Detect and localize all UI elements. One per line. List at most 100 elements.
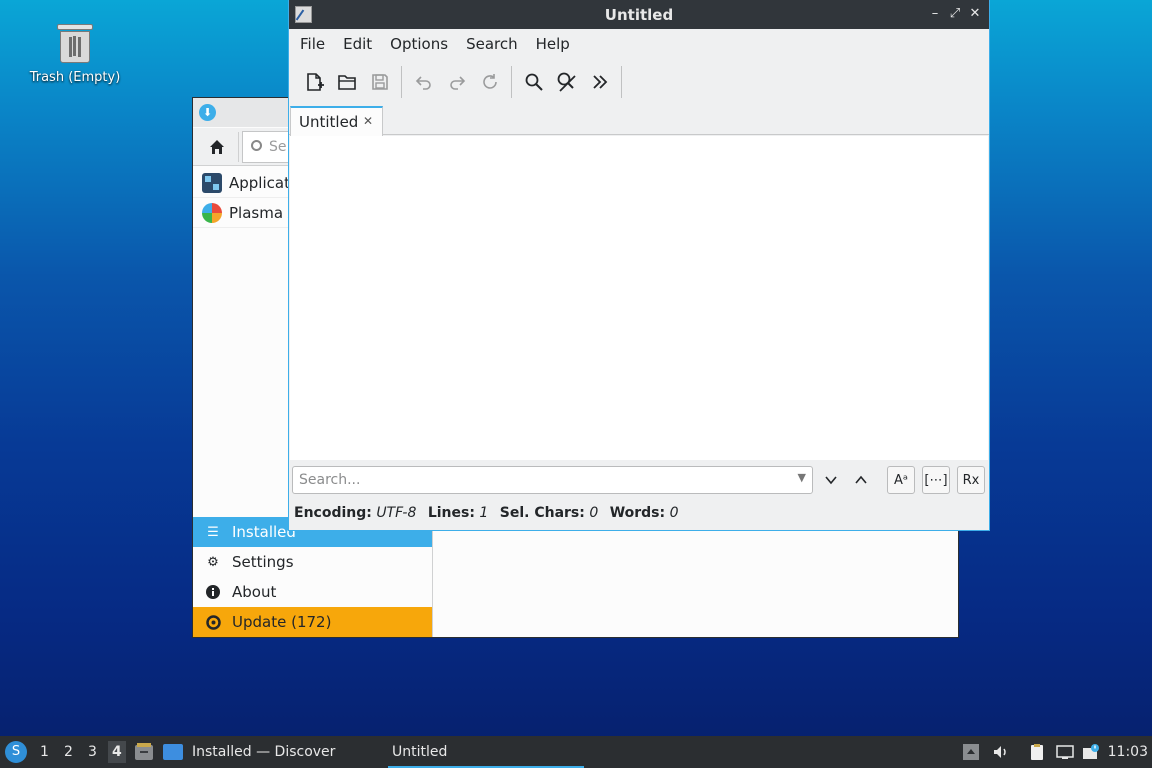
minimize-button[interactable]: – (927, 5, 943, 23)
menu-help[interactable]: Help (527, 35, 579, 53)
clock[interactable]: 11:03 (1108, 744, 1148, 760)
whole-word-button[interactable]: [⋯] (922, 466, 950, 494)
start-menu-icon[interactable]: S (5, 741, 27, 763)
editor-window: Untitled – ⤢ ✕ File Edit Options Search … (288, 0, 990, 531)
clipboard-icon[interactable] (1028, 743, 1046, 761)
toolbar-separator (511, 66, 512, 98)
redo-icon (449, 76, 465, 90)
find-button[interactable] (517, 66, 550, 99)
info-icon (205, 584, 221, 600)
match-case-icon: Aᵃ (894, 472, 908, 488)
words-value: 0 (669, 505, 679, 521)
undo-button[interactable] (407, 66, 440, 99)
maximize-button[interactable]: ⤢ (947, 5, 963, 23)
nav-settings[interactable]: ⚙ Settings (193, 547, 432, 577)
double-chevron-right-icon (592, 75, 607, 89)
network-icon[interactable] (1056, 743, 1074, 761)
desktop-1-button[interactable]: 1 (40, 744, 49, 760)
open-file-button[interactable] (330, 66, 363, 99)
main-toolbar (289, 59, 989, 105)
close-button[interactable]: ✕ (967, 5, 983, 23)
close-tab-icon[interactable]: ✕ (363, 114, 373, 128)
list-icon: ☰ (207, 524, 219, 540)
find-previous-button[interactable] (847, 466, 875, 494)
list-item-applications[interactable]: Applicati (193, 168, 289, 198)
nav-label: About (232, 583, 277, 601)
regex-icon: Rx (962, 472, 980, 488)
desktop-2-button[interactable]: 2 (64, 744, 73, 760)
menu-edit[interactable]: Edit (334, 35, 381, 53)
file-manager-icon[interactable] (134, 742, 154, 762)
lines-label: Lines: (427, 505, 475, 521)
trash-icon (57, 22, 93, 64)
find-input[interactable]: Search... ▼ (292, 466, 813, 494)
search-icon (525, 73, 543, 91)
window-title: Untitled (604, 6, 674, 24)
sel-chars-value: 0 (589, 505, 599, 521)
text-editor-area[interactable] (290, 136, 988, 460)
lines-value: 1 (479, 505, 489, 521)
desktop-trash[interactable]: Trash (Empty) (22, 22, 128, 85)
desktop-3-button[interactable]: 3 (88, 744, 97, 760)
task-untitled[interactable]: Untitled (388, 736, 584, 768)
reload-icon (482, 74, 497, 89)
tab-bar: Untitled ✕ (289, 105, 989, 136)
gear-icon: ⚙ (207, 554, 219, 570)
chevron-down-icon (825, 476, 837, 485)
task-discover[interactable]: Installed — Discover (188, 736, 339, 768)
status-bar: Encoding: UTF-8 Lines: 1 Sel. Chars: 0 W… (294, 505, 685, 521)
replace-button[interactable] (550, 66, 583, 99)
tab-label: Untitled (299, 113, 359, 131)
discover-app-icon: ⬇ (199, 104, 216, 121)
nav-label: Settings (232, 553, 294, 571)
home-icon (209, 140, 224, 154)
undo-icon (415, 76, 431, 90)
reload-button[interactable] (473, 66, 506, 99)
nav-update[interactable]: Update (172) (193, 607, 432, 637)
list-item-plasma[interactable]: Plasma A (193, 198, 289, 228)
new-file-button[interactable] (297, 66, 330, 99)
update-icon (205, 614, 221, 630)
discover-search-placeholder: Se (269, 139, 287, 155)
plasma-icon (202, 202, 222, 223)
desktop-4-button[interactable]: 4 (108, 741, 126, 763)
toolbar-separator (401, 66, 402, 98)
toolbar-separator (621, 66, 622, 98)
encoding-value: UTF-8 (376, 505, 417, 521)
search-icon (251, 140, 262, 151)
home-button[interactable] (195, 132, 239, 162)
sel-chars-label: Sel. Chars: (499, 505, 585, 521)
find-replace-icon (557, 72, 576, 92)
nav-about[interactable]: About (193, 577, 432, 607)
taskbar: S 1 2 3 4 Installed — Discover Untitled … (0, 736, 1152, 768)
match-case-button[interactable]: Aᵃ (887, 466, 915, 494)
chevron-down-icon[interactable]: ▼ (798, 471, 806, 484)
menu-search[interactable]: Search (457, 35, 527, 53)
redo-button[interactable] (440, 66, 473, 99)
menu-bar: File Edit Options Search Help (289, 29, 989, 59)
tab-untitled[interactable]: Untitled ✕ (290, 106, 383, 136)
menu-file[interactable]: File (291, 35, 334, 53)
folder-open-icon (337, 75, 356, 90)
menu-options[interactable]: Options (381, 35, 457, 53)
applications-icon (202, 172, 222, 193)
find-input-placeholder: Search... (299, 472, 361, 488)
editor-titlebar[interactable]: Untitled – ⤢ ✕ (289, 0, 989, 29)
regex-button[interactable]: Rx (957, 466, 985, 494)
list-item-label: Plasma A (229, 203, 289, 222)
discover-content-pane (432, 517, 958, 637)
words-label: Words: (609, 505, 666, 521)
whole-word-icon: [⋯] (924, 472, 948, 488)
discover-nav: ☰ Installed ⚙ Settings About Update (172… (193, 517, 432, 637)
save-icon (371, 74, 388, 90)
chevron-up-icon (855, 475, 867, 484)
tray-arrow-icon[interactable] (962, 743, 980, 761)
list-item-label: Applicati (229, 173, 289, 192)
volume-icon[interactable] (992, 743, 1010, 761)
update-notifier-icon[interactable] (1082, 743, 1100, 761)
go-to-line-button[interactable] (583, 66, 616, 99)
find-next-button[interactable] (817, 466, 845, 494)
nav-label: Installed (232, 523, 296, 541)
save-button[interactable] (363, 66, 396, 99)
nav-label: Update (172) (232, 613, 332, 631)
